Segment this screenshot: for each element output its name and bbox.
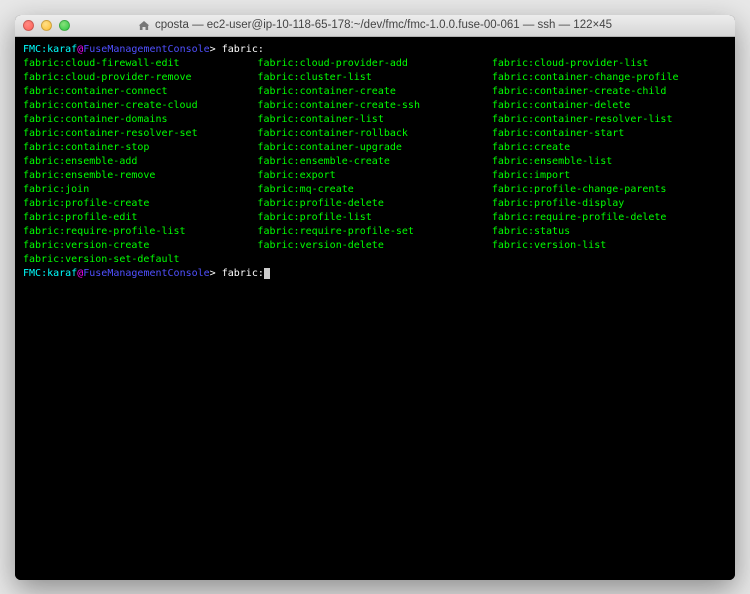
zoom-icon[interactable] — [59, 20, 70, 31]
command: fabric:container-create-ssh — [257, 99, 491, 113]
prompt-gt: > — [210, 44, 222, 55]
command: fabric:container-change-profile — [492, 71, 726, 85]
command: fabric:version-delete — [257, 239, 491, 253]
command: fabric:import — [492, 169, 726, 183]
prompt-input: fabric: — [222, 44, 264, 55]
command-col-2: fabric:cloud-provider-add fabric:cluster… — [257, 57, 491, 267]
command: fabric:cluster-list — [257, 71, 491, 85]
command: fabric:version-create — [23, 239, 257, 253]
command: fabric:container-domains — [23, 113, 257, 127]
command: fabric:container-list — [257, 113, 491, 127]
cursor-icon — [264, 268, 270, 279]
command: fabric:container-create-child — [492, 85, 726, 99]
terminal-window: cposta — ec2-user@ip-10-118-65-178:~/dev… — [15, 15, 735, 580]
home-icon — [138, 20, 150, 31]
command: fabric:profile-display — [492, 197, 726, 211]
command: fabric:container-upgrade — [257, 141, 491, 155]
prompt-fmc: FMC — [23, 44, 41, 55]
command: fabric:profile-create — [23, 197, 257, 211]
command: fabric:ensemble-create — [257, 155, 491, 169]
command-columns: fabric:cloud-firewall-edit fabric:cloud-… — [23, 57, 727, 267]
command: fabric:container-create-cloud — [23, 99, 257, 113]
terminal-body[interactable]: FMC:karaf@FuseManagementConsole> fabric:… — [15, 37, 735, 580]
command: fabric:ensemble-remove — [23, 169, 257, 183]
command: fabric:cloud-firewall-edit — [23, 57, 257, 71]
command: fabric:profile-list — [257, 211, 491, 225]
command: fabric:version-set-default — [23, 253, 257, 267]
command: fabric:ensemble-add — [23, 155, 257, 169]
command: fabric:export — [257, 169, 491, 183]
command: fabric:require-profile-list — [23, 225, 257, 239]
command-col-1: fabric:cloud-firewall-edit fabric:cloud-… — [23, 57, 257, 267]
command: fabric:version-list — [492, 239, 726, 253]
command: fabric:container-resolver-list — [492, 113, 726, 127]
command: fabric:join — [23, 183, 257, 197]
prompt-input: fabric: — [222, 268, 264, 279]
command: fabric:profile-delete — [257, 197, 491, 211]
minimize-icon[interactable] — [41, 20, 52, 31]
command: fabric:cloud-provider-list — [492, 57, 726, 71]
command: fabric:container-delete — [492, 99, 726, 113]
command: fabric:mq-create — [257, 183, 491, 197]
command: fabric:container-start — [492, 127, 726, 141]
prompt-host: FuseManagementConsole — [83, 44, 209, 55]
command: fabric:container-rollback — [257, 127, 491, 141]
command: fabric:profile-edit — [23, 211, 257, 225]
prompt-user: karaf — [47, 268, 77, 279]
prompt-line-2[interactable]: FMC:karaf@FuseManagementConsole> fabric: — [23, 267, 727, 281]
command: fabric:cloud-provider-remove — [23, 71, 257, 85]
command: fabric:status — [492, 225, 726, 239]
prompt-fmc: FMC — [23, 268, 41, 279]
close-icon[interactable] — [23, 20, 34, 31]
command: fabric:container-resolver-set — [23, 127, 257, 141]
prompt-host: FuseManagementConsole — [83, 268, 209, 279]
prompt-line-1: FMC:karaf@FuseManagementConsole> fabric: — [23, 43, 727, 57]
command: fabric:container-connect — [23, 85, 257, 99]
command: fabric:profile-change-parents — [492, 183, 726, 197]
command: fabric:container-stop — [23, 141, 257, 155]
command: fabric:ensemble-list — [492, 155, 726, 169]
command: fabric:container-create — [257, 85, 491, 99]
titlebar[interactable]: cposta — ec2-user@ip-10-118-65-178:~/dev… — [15, 15, 735, 37]
command: fabric:require-profile-delete — [492, 211, 726, 225]
window-title: cposta — ec2-user@ip-10-118-65-178:~/dev… — [138, 19, 612, 31]
traffic-lights — [23, 20, 70, 31]
command: fabric:require-profile-set — [257, 225, 491, 239]
command: fabric:cloud-provider-add — [257, 57, 491, 71]
window-title-text: cposta — ec2-user@ip-10-118-65-178:~/dev… — [155, 19, 612, 31]
prompt-gt: > — [210, 268, 222, 279]
prompt-user: karaf — [47, 44, 77, 55]
command-col-3: fabric:cloud-provider-list fabric:contai… — [492, 57, 726, 267]
command: fabric:create — [492, 141, 726, 155]
